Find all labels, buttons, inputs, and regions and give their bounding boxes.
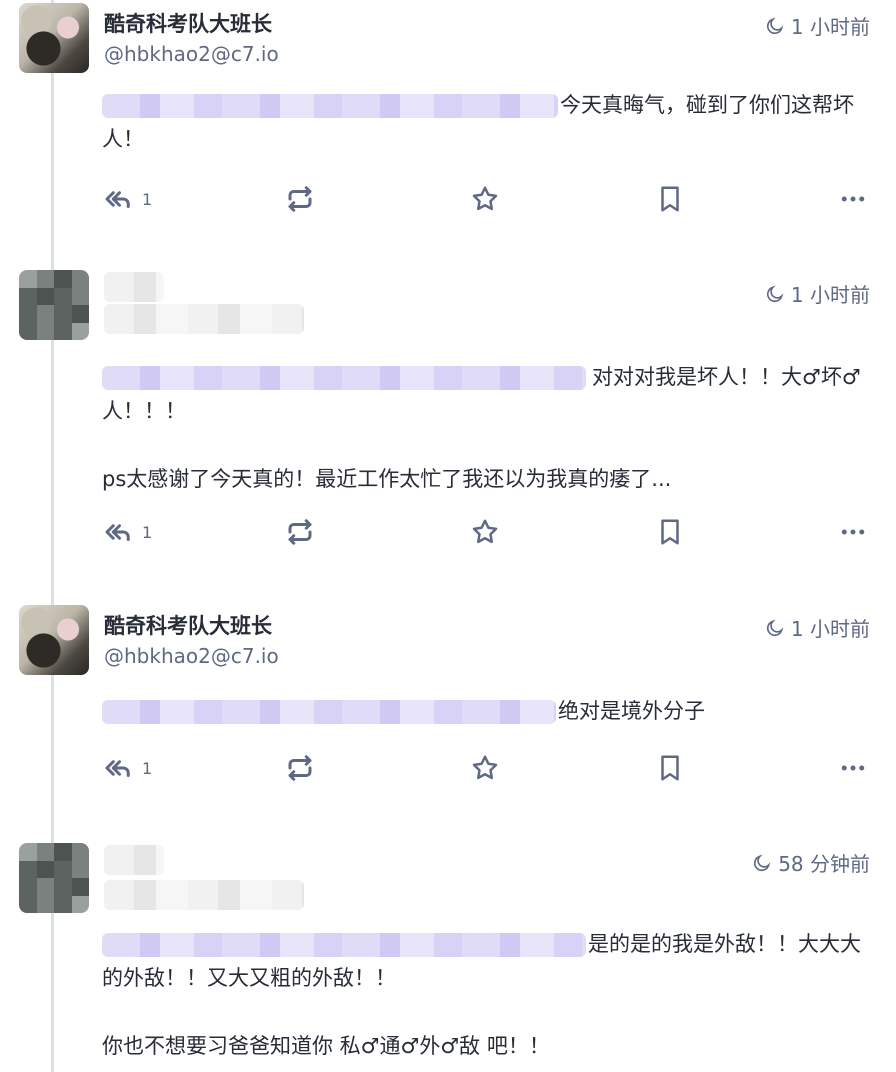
redacted-mention xyxy=(102,700,556,724)
status-paragraph: 是的是的我是外敌！！大大大的外敌！！又大又粗的外敌！！ xyxy=(102,932,861,990)
moon-icon xyxy=(766,17,784,34)
status-paragraph: 今天真晦气，碰到了你们这帮坏人！ xyxy=(102,93,854,151)
avatar-blurred xyxy=(19,270,89,340)
more-button[interactable] xyxy=(838,182,868,216)
reply-all-icon xyxy=(105,191,130,208)
status-paragraph: ps太感谢了今天真的！最近工作太忙了我还以为我真的痿了... xyxy=(102,467,672,491)
retweet-icon xyxy=(288,519,312,545)
retweet-icon xyxy=(288,755,312,781)
boost-button[interactable] xyxy=(285,515,315,549)
reply-count: 1 xyxy=(142,189,153,209)
star-icon xyxy=(472,186,498,211)
status-paragraph: 你也不想要习爸爸知道你 私♂通♂外♂敌 吧！！ xyxy=(102,1034,550,1058)
reply-count: 1 xyxy=(142,522,153,542)
boost-button[interactable] xyxy=(285,182,315,216)
account-handle[interactable]: @hbkhao2@c7.io xyxy=(104,644,279,668)
bookmark-icon xyxy=(661,755,679,781)
timestamp[interactable]: 58 分钟前 xyxy=(752,848,870,877)
timestamp-text: 1 小时前 xyxy=(790,283,870,307)
moon-icon xyxy=(766,619,784,636)
bookmark-icon xyxy=(661,519,679,545)
action-bar: 1 xyxy=(102,515,868,549)
action-bar: 1 xyxy=(102,182,868,216)
display-name[interactable]: 酷奇科考队大班长 xyxy=(104,8,272,38)
reply-button[interactable]: 1 xyxy=(102,751,152,785)
avatar[interactable] xyxy=(19,270,89,340)
retweet-icon xyxy=(288,186,312,212)
timestamp-text: 1 小时前 xyxy=(790,617,870,641)
reply-button[interactable]: 1 xyxy=(102,515,152,549)
avatar-blurred xyxy=(19,843,89,913)
redacted-mention xyxy=(102,933,586,957)
moon-icon xyxy=(754,854,771,871)
action-bar: 1 xyxy=(102,751,868,785)
blurred-account-handle xyxy=(104,304,304,334)
star-icon xyxy=(472,519,498,544)
reply-count: 1 xyxy=(142,758,153,778)
reply-all-icon xyxy=(105,760,130,777)
status-content: 是的是的我是外敌！！大大大的外敌！！又大又粗的外敌！！ 你也不想要习爸爸知道你 … xyxy=(102,927,868,1063)
redacted-mention xyxy=(102,94,558,118)
status-content: 对对对我是坏人！！大♂坏♂人！！！ ps太感谢了今天真的！最近工作太忙了我还以为… xyxy=(102,360,868,496)
account-handle[interactable]: @hbkhao2@c7.io xyxy=(104,42,279,66)
ellipsis-icon xyxy=(841,196,865,202)
star-icon xyxy=(472,755,498,780)
more-button[interactable] xyxy=(838,751,868,785)
status-paragraph: 对对对我是坏人！！大♂坏♂人！！！ xyxy=(102,365,861,423)
redacted-mention xyxy=(102,366,586,390)
blurred-display-name xyxy=(104,272,164,302)
timestamp[interactable]: 1 小时前 xyxy=(765,279,870,308)
favourite-button[interactable] xyxy=(470,515,500,549)
bookmark-button[interactable] xyxy=(655,751,685,785)
more-button[interactable] xyxy=(838,515,868,549)
boost-button[interactable] xyxy=(285,751,315,785)
timestamp-text: 1 小时前 xyxy=(790,15,870,39)
display-name[interactable]: 酷奇科考队大班长 xyxy=(104,610,272,640)
reply-button[interactable]: 1 xyxy=(102,182,152,216)
timestamp-text: 58 分钟前 xyxy=(778,852,870,876)
reply-all-icon xyxy=(105,524,130,541)
favourite-button[interactable] xyxy=(470,751,500,785)
favourite-button[interactable] xyxy=(470,182,500,216)
timestamp[interactable]: 1 小时前 xyxy=(765,613,870,642)
bookmark-button[interactable] xyxy=(655,515,685,549)
ellipsis-icon xyxy=(841,529,865,535)
timestamp[interactable]: 1 小时前 xyxy=(765,11,870,40)
bookmark-icon xyxy=(661,186,679,212)
avatar[interactable] xyxy=(19,843,89,913)
bookmark-button[interactable] xyxy=(655,182,685,216)
blurred-display-name xyxy=(104,845,164,875)
moon-icon xyxy=(766,285,784,302)
avatar[interactable] xyxy=(19,3,89,73)
blurred-account-handle xyxy=(104,880,304,910)
status-content: 今天真晦气，碰到了你们这帮坏人！ xyxy=(102,88,868,156)
status-content: 绝对是境外分子 xyxy=(102,694,868,728)
ellipsis-icon xyxy=(841,765,865,771)
status-paragraph: 绝对是境外分子 xyxy=(102,694,868,728)
avatar[interactable] xyxy=(19,605,89,675)
